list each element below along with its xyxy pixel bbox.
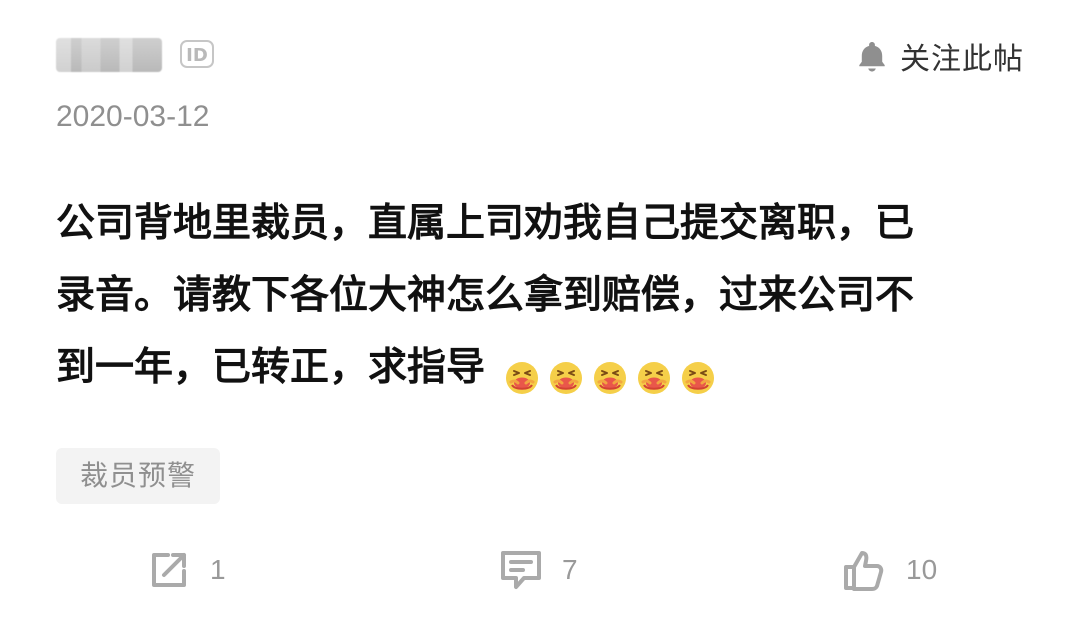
share-button[interactable]: 1 — [146, 540, 226, 600]
post-text-line: 到一年，已转正，求指导 — [56, 345, 486, 390]
post-content: 公司背地里裁员，直属上司劝我自己提交离职，已 录音。请教下各位大神怎么拿到赔偿，… — [56, 188, 1016, 404]
comment-count: 7 — [562, 554, 578, 585]
share-icon — [146, 547, 192, 593]
post-tag[interactable]: 裁员预警 — [56, 448, 221, 504]
nauseated-face-emoji — [503, 349, 541, 394]
post-text-line: 录音。请教下各位大神怎么拿到赔偿，过来公司不 — [56, 273, 915, 318]
nauseated-face-emoji — [591, 349, 629, 394]
like-button[interactable]: 10 — [840, 540, 937, 600]
post-date: 2020-03-12 — [56, 100, 210, 133]
id-badge: ID — [180, 40, 214, 68]
follow-post-button[interactable]: 关注此帖 — [854, 34, 1024, 78]
thumbs-up-icon — [840, 546, 888, 594]
like-count: 10 — [906, 554, 938, 585]
share-count: 1 — [210, 554, 226, 585]
post-header: ID 关注此帖 — [56, 32, 1024, 80]
nauseated-face-emoji — [547, 349, 585, 394]
comment-icon — [498, 547, 544, 593]
nauseated-face-emoji — [679, 349, 717, 394]
nauseated-face-emoji — [635, 349, 673, 394]
post-last-line: 到一年，已转正，求指导 — [56, 332, 1016, 404]
follow-post-label: 关注此帖 — [900, 42, 1024, 77]
post-action-bar: 1 7 10 — [0, 540, 1080, 600]
emoji-group — [503, 349, 717, 394]
bell-icon — [854, 38, 890, 74]
blurred-username — [56, 38, 162, 72]
post-text-line: 公司背地里裁员，直属上司劝我自己提交离职，已 — [56, 201, 915, 246]
comment-button[interactable]: 7 — [498, 540, 578, 600]
